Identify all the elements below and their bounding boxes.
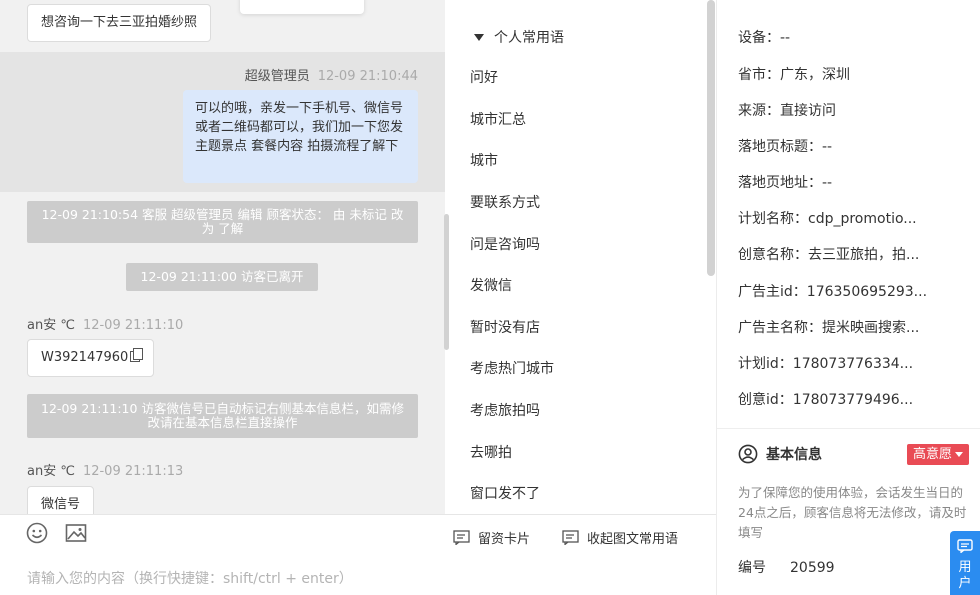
wechat-id-text: W392147960 [41, 350, 129, 365]
basic-info-header: 基本信息 [738, 444, 822, 464]
info-value: -- [780, 30, 791, 46]
intent-level-label: 高意愿 [913, 447, 953, 462]
info-row-region: 省市：广东，深圳 [738, 64, 850, 84]
popover-menu [240, 0, 364, 14]
number-label: 编号 [738, 560, 766, 576]
visitor-wechat-bubble: W392147960 [27, 339, 155, 377]
user-circle-icon [738, 444, 758, 464]
info-value: 广东，深圳 [780, 67, 850, 83]
phrases-scrollbar[interactable] [707, 0, 715, 276]
phrase-item[interactable]: 考虑旅拍吗 [470, 400, 540, 420]
info-label: 落地页标题： [738, 139, 822, 155]
edit-deadline-notice: 为了保障您的使用体验，会话发生当日的24点之后，顾客信息将无法修改，请及时填写 [738, 485, 967, 540]
info-label: 计划id： [738, 356, 793, 372]
info-value: -- [822, 139, 833, 155]
info-row-landing-title: 落地页标题：-- [738, 136, 832, 156]
info-row-advertiser-name: 广告主名称：提米映画搜索... [738, 317, 919, 337]
info-row-landing-url: 落地页地址：-- [738, 172, 832, 192]
chat-history[interactable]: 想咨询一下去三亚拍婚纱照 超级管理员 12-09 21:10:44 可以的哦，亲发… [0, 0, 445, 514]
phrase-item[interactable]: 窗口发不了 [470, 483, 540, 503]
user-tab-label: 用户 [958, 560, 972, 591]
phrase-item[interactable]: 要联系方式 [470, 192, 540, 212]
info-value: cdp_promotio... [808, 211, 917, 227]
info-label: 计划名称： [738, 211, 808, 227]
caret-down-icon [955, 452, 964, 457]
info-row-plan-name: 计划名称：cdp_promotio... [738, 208, 917, 228]
sender-name: an安 ℃ [27, 464, 75, 479]
caret-down-icon [474, 33, 484, 41]
image-icon[interactable] [65, 522, 87, 544]
sender-name: an安 ℃ [27, 318, 75, 333]
section-divider [717, 428, 980, 429]
info-label: 来源： [738, 103, 780, 119]
info-label: 广告主id： [738, 284, 807, 300]
message-time: 12-09 21:10:44 [317, 69, 418, 84]
visitor-message-bubble: 微信号 [27, 486, 95, 514]
info-value: 176350695293... [806, 284, 928, 300]
admin-message-bubble: 可以的哦，亲发一下手机号、微信号或者二维码都可以，我们加一下您发主题景点 套餐内… [183, 90, 418, 183]
sender-name: 超级管理员 [244, 69, 310, 84]
collapse-phrases-label: 收起图文常用语 [587, 532, 679, 547]
info-label: 设备： [738, 30, 780, 46]
number-value: 20599 [790, 560, 835, 576]
phrase-group-header[interactable]: 个人常用语 [474, 27, 564, 47]
phrase-item[interactable]: 去哪拍 [470, 442, 512, 462]
phrase-item[interactable]: 城市 [470, 150, 498, 170]
chat-scrollbar[interactable] [444, 214, 449, 350]
intent-level-dropdown[interactable]: 高意愿 [907, 444, 970, 465]
info-value: 去三亚旅拍，拍... [808, 247, 920, 263]
info-label: 广告主名称： [738, 320, 822, 336]
phrase-item[interactable]: 考虑热门城市 [470, 358, 554, 378]
message-icon [562, 530, 579, 545]
info-label: 创意名称： [738, 247, 808, 263]
phrase-item[interactable]: 发微信 [470, 275, 512, 295]
system-notice-wechat: 12-09 21:11:10 访客微信号已自动标记右侧基本信息栏，如需修改请在基… [27, 394, 418, 438]
visitor-message-bubble: 想咨询一下去三亚拍婚纱照 [27, 4, 212, 42]
info-value: 178073776334... [792, 356, 914, 372]
card-icon [453, 530, 470, 545]
info-row-plan-id: 计划id：178073776334... [738, 353, 913, 373]
system-notice-status: 12-09 21:10:54 客服 超级管理员 编辑 顾客状态： 由 未标记 改… [27, 201, 418, 243]
info-value: 直接访问 [780, 103, 836, 119]
message-time: 12-09 21:11:10 [82, 318, 184, 333]
phrase-group-title: 个人常用语 [494, 30, 564, 46]
info-row-creative-id: 创意id：178073779496... [738, 389, 913, 409]
phrase-item[interactable]: 问好 [470, 67, 498, 87]
basic-info-title: 基本信息 [766, 447, 822, 463]
message-input-placeholder[interactable]: 请输入您的内容（换行快捷键：shift/ctrl + enter） [27, 568, 353, 588]
system-notice-left: 12-09 21:11:00 访客已离开 [126, 263, 318, 291]
collapse-phrases-button[interactable]: 收起图文常用语 [562, 528, 678, 547]
phrase-item[interactable]: 问是咨询吗 [470, 234, 540, 254]
emoji-icon[interactable] [26, 522, 48, 544]
info-row-source: 来源：直接访问 [738, 100, 836, 120]
lead-card-button[interactable]: 留资卡片 [453, 528, 530, 547]
lead-card-label: 留资卡片 [478, 532, 531, 547]
chat-workspace: 想咨询一下去三亚拍婚纱照 超级管理员 12-09 21:10:44 可以的哦，亲发… [0, 0, 980, 595]
chat-icon [957, 539, 973, 554]
info-label: 落地页地址： [738, 175, 822, 191]
visitor-message-meta: an安 ℃ 12-09 21:11:10 [27, 314, 183, 333]
phrases-panel: 个人常用语 问好 城市汇总 城市 要联系方式 问是咨询吗 发微信 暂时没有店 考… [452, 0, 716, 514]
visitor-number-row: 编号 20599 [738, 557, 835, 577]
info-label: 省市： [738, 67, 780, 83]
info-row-advertiser-id: 广告主id：176350695293... [738, 281, 927, 301]
phrase-item[interactable]: 暂时没有店 [470, 317, 540, 337]
info-row-device: 设备：-- [738, 27, 790, 47]
info-value: 提米映画搜索... [822, 320, 920, 336]
info-value: 178073779496... [792, 392, 914, 408]
info-row-creative-name: 创意名称：去三亚旅拍，拍... [738, 244, 919, 264]
admin-message-meta: 超级管理员 12-09 21:10:44 [245, 65, 418, 84]
message-time: 12-09 21:11:13 [82, 464, 184, 479]
user-side-tab[interactable]: 用户 [950, 531, 980, 595]
info-label: 创意id： [738, 392, 793, 408]
copy-icon[interactable] [130, 348, 144, 362]
phrase-item[interactable]: 城市汇总 [470, 109, 526, 129]
visitor-info-panel: 设备：-- 省市：广东，深圳 来源：直接访问 落地页标题：-- 落地页地址：--… [717, 0, 980, 595]
visitor-message-meta: an安 ℃ 12-09 21:11:13 [27, 460, 183, 479]
info-value: -- [822, 175, 833, 191]
